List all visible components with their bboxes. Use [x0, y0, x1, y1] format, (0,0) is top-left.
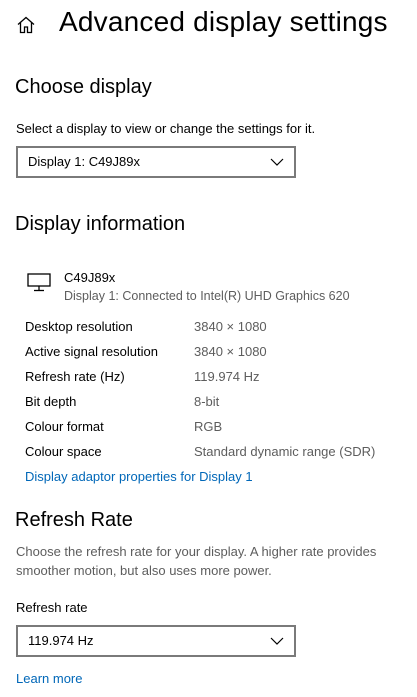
info-key: Refresh rate (Hz) [25, 369, 125, 384]
info-value: RGB [194, 419, 223, 434]
info-row-colour-format: Colour format RGB [25, 419, 405, 439]
info-key: Colour space [25, 444, 102, 459]
choose-display-description: Select a display to view or change the s… [16, 121, 316, 136]
info-key: Bit depth [25, 394, 77, 409]
refresh-rate-label: Refresh rate [16, 600, 88, 615]
info-row-active-signal-resolution: Active signal resolution 3840 × 1080 [25, 344, 405, 364]
info-value: Standard dynamic range (SDR) [194, 444, 376, 459]
display-select-value: Display 1: C49J89x [28, 154, 140, 169]
refresh-rate-description: Choose the refresh rate for your display… [16, 544, 377, 578]
page-title: Advanced display settings [59, 6, 388, 37]
info-key: Active signal resolution [25, 344, 158, 359]
info-value: 119.974 Hz [194, 369, 260, 384]
monitor-connection-text: Display 1: Connected to Intel(R) UHD Gra… [64, 289, 350, 303]
info-key: Desktop resolution [25, 319, 133, 334]
chevron-down-icon [270, 158, 284, 166]
monitor-icon [27, 273, 51, 292]
choose-display-heading: Choose display [15, 76, 152, 98]
info-value: 3840 × 1080 [194, 319, 267, 334]
info-key: Colour format [25, 419, 104, 434]
info-row-colour-space: Colour space Standard dynamic range (SDR… [25, 444, 405, 464]
info-value: 8-bit [194, 394, 220, 409]
info-row-refresh-rate: Refresh rate (Hz) 119.974 Hz [25, 369, 405, 389]
advanced-display-settings-page: Advanced display settings Choose display… [0, 0, 417, 697]
home-icon [17, 16, 35, 34]
info-row-bit-depth: Bit depth 8-bit [25, 394, 405, 414]
chevron-down-icon [270, 637, 284, 645]
display-information-heading: Display information [15, 213, 186, 235]
home-button[interactable] [14, 13, 38, 37]
monitor-name: C49J89x [64, 270, 116, 285]
refresh-rate-dropdown[interactable]: 119.974 Hz [16, 625, 296, 657]
header: Advanced display settings [0, 0, 417, 50]
refresh-rate-value: 119.974 Hz [28, 633, 94, 648]
display-select-dropdown[interactable]: Display 1: C49J89x [16, 146, 296, 178]
info-value: 3840 × 1080 [194, 344, 267, 359]
display-adaptor-properties-link[interactable]: Display adaptor properties for Display 1 [25, 469, 253, 484]
info-row-desktop-resolution: Desktop resolution 3840 × 1080 [25, 319, 405, 339]
learn-more-link[interactable]: Learn more [16, 671, 82, 686]
refresh-rate-heading: Refresh Rate [15, 509, 133, 531]
